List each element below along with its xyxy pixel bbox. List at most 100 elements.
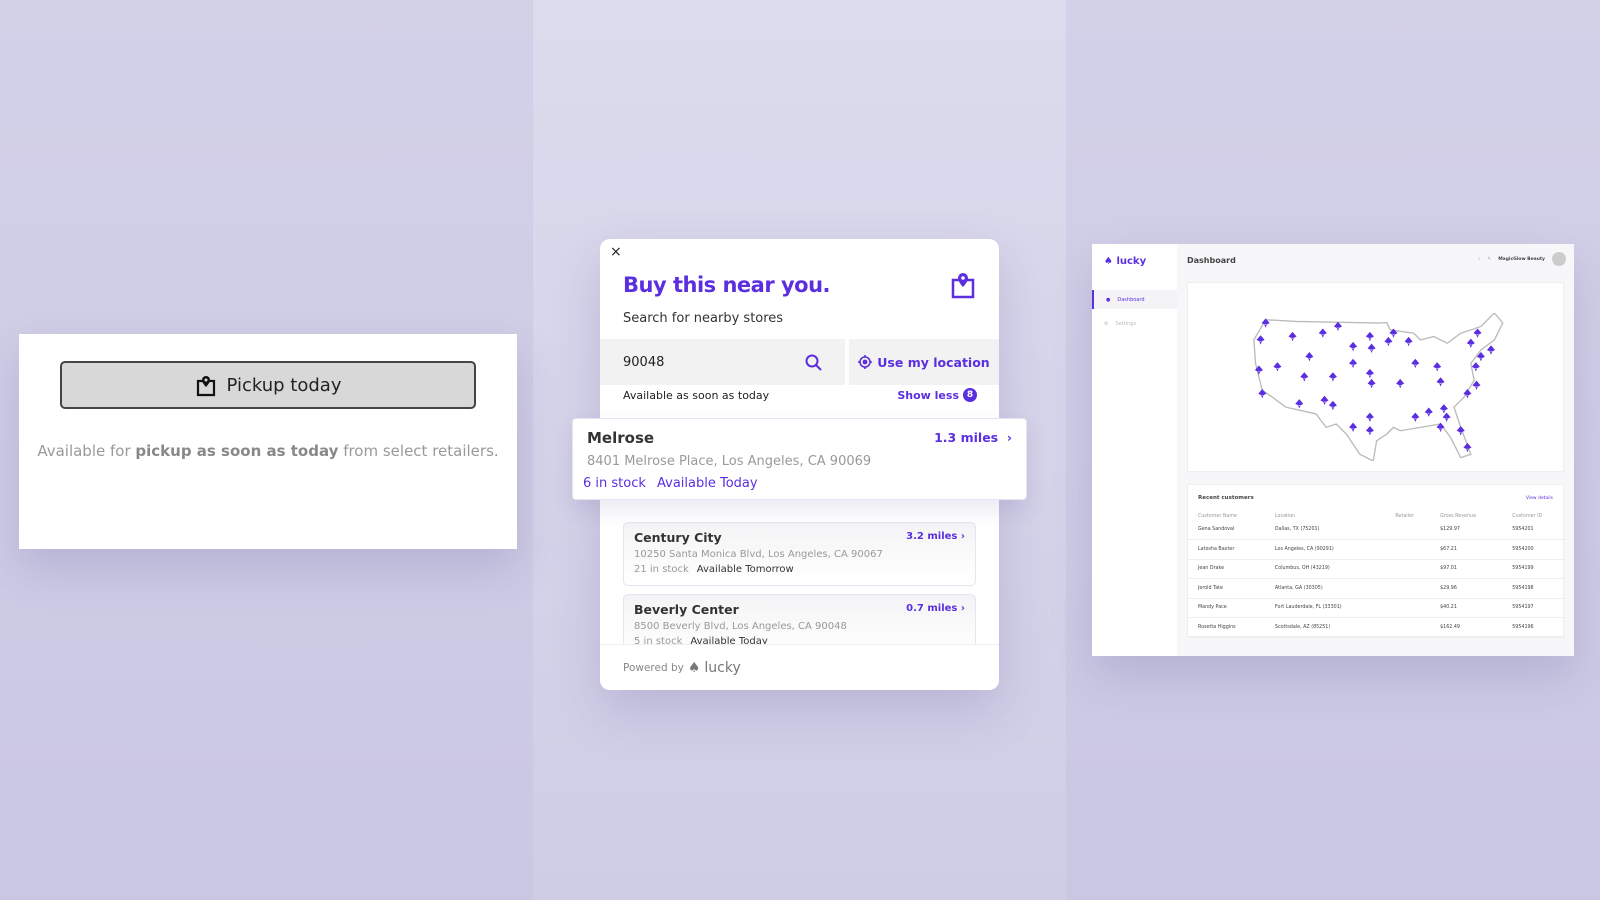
modal-subtitle: Search for nearby stores (623, 311, 784, 326)
chevron-right-icon: › (960, 531, 965, 542)
nav-label: Settings (1115, 320, 1136, 327)
store-pin-icon[interactable] (1471, 362, 1480, 372)
table-row[interactable]: Jean Drake Columbus, OH (43219) $97.01 5954… (1188, 559, 1565, 579)
page-title: Dashboard (1187, 256, 1236, 265)
table-row[interactable]: Gena Sandoval Dallas, TX (75201) $129.97 59… (1188, 520, 1565, 540)
card-title: Recent customers (1198, 495, 1254, 501)
table-row[interactable]: Mandy Pace Fort Lauderdale, FL (33301) $40… (1188, 598, 1565, 618)
brand-name: lucky (704, 659, 741, 676)
zip-search-input[interactable]: 90048 (600, 339, 845, 385)
search-icon[interactable] (805, 354, 822, 371)
store-pin-icon[interactable] (1486, 345, 1496, 355)
table-cell: 5954199 (1502, 559, 1565, 579)
view-details-link[interactable]: View details (1526, 496, 1553, 501)
store-count-badge: 8 (963, 388, 977, 402)
table-cell: Latosha Baxter (1188, 539, 1265, 560)
distance-label: 0.7 miles (906, 603, 958, 614)
pickup-note: Available for pickup as soon as today fr… (19, 442, 517, 460)
store-stock: 21 in stock (634, 564, 689, 575)
sidebar-item-settings[interactable]: ⚙ Settings (1092, 314, 1177, 333)
notification-icon[interactable]: ✎ (1487, 257, 1491, 262)
table-cell: Los Angeles, CA (90291) (1264, 539, 1386, 560)
store-distance[interactable]: 0.7 miles › (906, 603, 965, 614)
column-header: Gross Revenue (1440, 513, 1477, 519)
table-cell: $40.21 (1430, 598, 1503, 618)
table-cell: Columbus, OH (43219) (1264, 559, 1386, 579)
store-address: 8500 Beverly Blvd, Los Angeles, CA 90048 (634, 621, 847, 632)
table-cell: Atlanta, GA (30305) (1264, 578, 1386, 599)
table-cell: Jean Drake (1188, 559, 1265, 579)
dashboard-icon: ● (1106, 296, 1111, 303)
table-cell: Jerold Tate (1188, 578, 1265, 599)
store-list-item[interactable]: Century City 3.2 miles › 10250 Santa Mon… (623, 522, 976, 586)
table-cell: 5954198 (1502, 578, 1565, 599)
top-bar: ⌕ ✎ MagicGlow Beauty (1478, 252, 1566, 266)
table-cell: $162.49 (1430, 617, 1503, 638)
table-cell: Dallas, TX (75201) (1264, 520, 1386, 540)
table-cell: $129.97 (1430, 520, 1503, 540)
use-my-location-label: Use my location (877, 354, 990, 370)
dashboard-window: ♠ lucky ● Dashboard ⚙ Settings Dashboard ⌕… (1092, 244, 1574, 656)
us-map (1253, 313, 1504, 461)
distance-label: 1.3 miles (934, 430, 999, 445)
avatar[interactable] (1552, 252, 1566, 266)
customers-table: Customer Name Location Retailer Gross Reven… (1188, 512, 1565, 638)
table-cell (1385, 598, 1431, 618)
recent-customers-card: Recent customers View details Customer N… (1187, 484, 1565, 638)
store-stock: 6 in stock (583, 476, 646, 491)
table-cell: $29.96 (1430, 578, 1503, 599)
store-address: 10250 Santa Monica Blvd, Los Angeles, CA… (634, 549, 883, 560)
logo-text: lucky (1116, 256, 1147, 267)
lucky-logo: ♠ lucky (1104, 256, 1147, 267)
table-cell: 5954196 (1502, 617, 1565, 638)
shopping-bag-pin-icon (951, 273, 975, 299)
modal-title: Buy this near you. (623, 273, 831, 297)
column-header: Customer ID (1512, 513, 1543, 519)
table-cell (1385, 617, 1431, 638)
table-row[interactable]: Latosha Baxter Los Angeles, CA (90291) $67… (1188, 539, 1565, 560)
gear-icon: ⚙ (1104, 320, 1109, 327)
chevron-right-icon: › (960, 603, 965, 614)
close-icon[interactable]: × (610, 244, 622, 260)
table-cell: Rosetta Higgins (1188, 617, 1265, 638)
show-less-toggle[interactable]: Show less 8 (897, 388, 977, 402)
store-map-card (1187, 282, 1564, 472)
store-name: Melrose (587, 429, 655, 447)
table-row[interactable]: Rosetta Higgins Scottsdale, AZ (85251) $16… (1188, 617, 1565, 638)
pickup-today-button[interactable]: Pickup today (60, 361, 476, 409)
selected-store-card[interactable]: Melrose 1.3 miles › 8401 Melrose Place, … (572, 418, 1027, 500)
column-header: Retailer (1395, 513, 1414, 519)
distance-label: 3.2 miles (906, 531, 958, 542)
chevron-right-icon: › (1006, 430, 1012, 445)
column-header: Location (1274, 513, 1296, 519)
column-header: Customer Name (1198, 513, 1237, 519)
note-suffix: from select retailers. (338, 442, 499, 460)
table-cell: $97.01 (1430, 559, 1503, 579)
table-cell (1385, 559, 1431, 579)
table-cell: Scottsdale, AZ (85251) (1264, 617, 1386, 638)
availability-text: Available as soon as today (623, 389, 770, 402)
sidebar-item-dashboard[interactable]: ● Dashboard (1092, 290, 1177, 309)
store-availability: Available Today (657, 476, 758, 491)
note-prefix: Available for (37, 442, 136, 460)
zip-value: 90048 (623, 354, 665, 370)
table-cell: 5954201 (1502, 520, 1565, 540)
lucky-logo-icon: ♠ (687, 659, 701, 676)
table-row[interactable]: Jerold Tate Atlanta, GA (30305) $29.96 5954… (1188, 578, 1565, 599)
use-my-location-button[interactable]: Use my location (849, 339, 999, 385)
table-cell (1385, 578, 1431, 599)
account-name[interactable]: MagicGlow Beauty (1498, 257, 1545, 262)
store-availability: Available Tomorrow (696, 564, 794, 575)
shopping-bag-pin-icon (196, 376, 215, 397)
table-cell: Mandy Pace (1188, 598, 1265, 618)
table-cell: Gena Sandoval (1188, 520, 1265, 540)
table-cell: Fort Lauderdale, FL (33301) (1264, 598, 1386, 618)
powered-by-label: Powered by (623, 661, 684, 674)
crosshair-icon (858, 355, 873, 369)
store-distance[interactable]: 1.3 miles › (934, 430, 1012, 445)
store-distance[interactable]: 3.2 miles › (906, 531, 965, 542)
table-cell (1385, 520, 1431, 540)
search-icon[interactable]: ⌕ (1478, 256, 1481, 262)
table-cell (1385, 539, 1431, 560)
table-cell: 5954200 (1502, 539, 1565, 560)
